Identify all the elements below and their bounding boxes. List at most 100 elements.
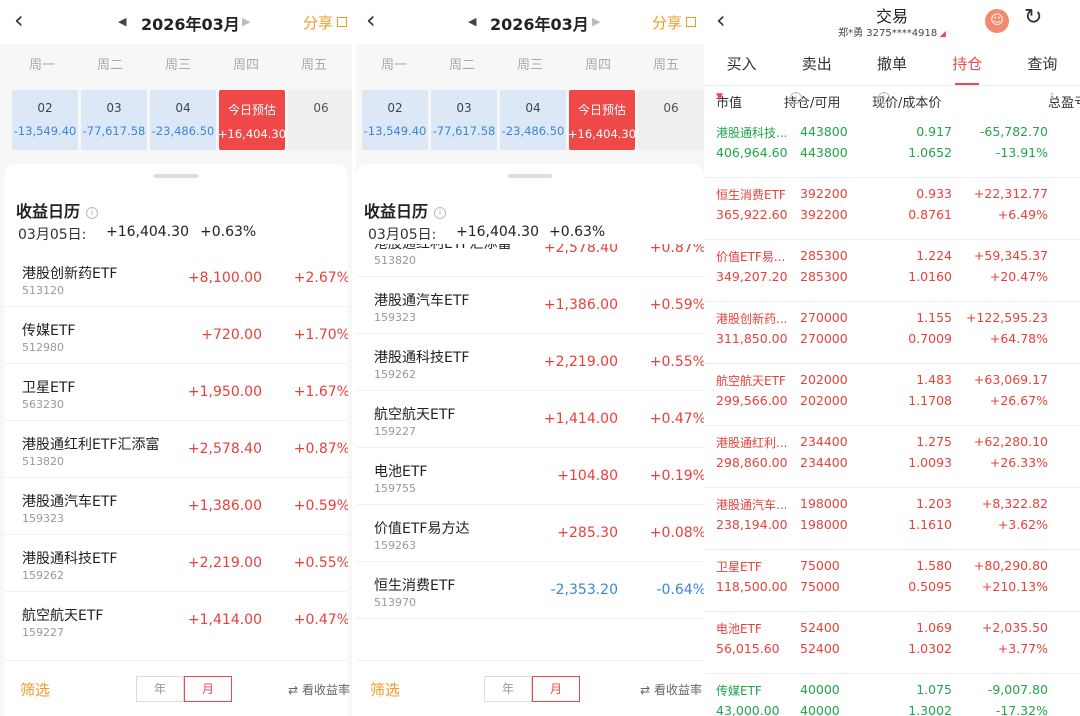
position-cost: 1.0302 bbox=[908, 641, 952, 656]
position-value: 238,194.00 bbox=[716, 517, 788, 532]
list-item[interactable]: 港股通红利ETF汇添富 513820 +2,578.40 +0.87% bbox=[356, 244, 704, 277]
calendar-day[interactable]: 02 -13,549.40 bbox=[362, 90, 428, 150]
month-title: 2026年03月 bbox=[141, 15, 240, 34]
etf-code: 513970 bbox=[374, 596, 416, 609]
etf-code: 563230 bbox=[22, 398, 64, 411]
position-available: 392200 bbox=[800, 207, 848, 222]
list-item[interactable]: 恒生消费ETF 513970 -2,353.20 -0.64% bbox=[356, 562, 704, 619]
list-item[interactable]: 港股通红利ETF汇添富 513820 +2,578.40 +0.87% bbox=[4, 421, 348, 478]
share-button[interactable]: 分享 bbox=[303, 12, 348, 33]
swap-icon: ⇄ bbox=[288, 683, 302, 697]
filter-button[interactable]: 筛选 bbox=[370, 679, 400, 700]
share-button[interactable]: 分享 bbox=[652, 12, 697, 33]
prev-month-icon[interactable]: ◀ bbox=[118, 15, 126, 28]
list-item[interactable]: 电池ETF 159755 +104.80 +0.19% bbox=[356, 448, 704, 505]
refresh-icon[interactable]: ↻ bbox=[1024, 5, 1042, 30]
list-item[interactable]: 传媒ETF 512980 +720.00 +1.70% bbox=[4, 307, 348, 364]
position-row[interactable]: 航空航天ETF 299,566.00 202000 202000 1.483 1.1708… bbox=[704, 364, 1080, 426]
list-item[interactable]: 港股通科技ETF 159262 +2,219.00 +0.55% bbox=[356, 334, 704, 391]
calendar-day[interactable]: 03 -77,617.58 bbox=[81, 90, 147, 150]
info-icon[interactable]: i bbox=[878, 92, 890, 104]
position-row[interactable]: 恒生消费ETF 365,922.60 392200 392200 0.933 0.8761… bbox=[704, 178, 1080, 240]
tab-buy[interactable]: 买入 bbox=[704, 44, 779, 85]
info-icon[interactable]: i bbox=[434, 207, 447, 219]
position-available: 270000 bbox=[800, 331, 848, 346]
weekday-label: 周二 bbox=[96, 58, 123, 73]
tab-positions[interactable]: 持仓 bbox=[930, 44, 1005, 85]
section-title: 收益日历 i bbox=[364, 198, 447, 222]
list-item[interactable]: 价值ETF易方达 159263 +285.30 +0.08% bbox=[356, 505, 704, 562]
position-row[interactable]: 港股通科技... 406,964.60 443800 443800 0.917 1.065… bbox=[704, 116, 1080, 178]
position-name: 电池ETF bbox=[716, 622, 762, 636]
prev-month-icon[interactable]: ◀ bbox=[468, 15, 476, 28]
month-tab[interactable]: 月 bbox=[532, 676, 580, 702]
list-item[interactable]: 港股通科技ETF 159262 +2,219.00 +0.55% bbox=[4, 535, 348, 592]
etf-amount: -2,353.20 bbox=[550, 582, 618, 598]
calendar-day-today[interactable]: 今日预估 +16,404.30 bbox=[568, 90, 636, 150]
calendar-day[interactable]: 06 bbox=[638, 90, 704, 150]
calendar-day[interactable]: 04 -23,486.50 bbox=[150, 90, 216, 150]
position-value: 311,850.00 bbox=[716, 331, 788, 346]
position-price: 1.203 bbox=[916, 496, 952, 511]
etf-amount: +720.00 bbox=[201, 327, 262, 343]
etf-code: 159227 bbox=[22, 626, 64, 639]
year-tab[interactable]: 年 bbox=[136, 676, 184, 702]
year-tab[interactable]: 年 bbox=[484, 676, 532, 702]
tab-cancel[interactable]: 撤单 bbox=[854, 44, 929, 85]
position-hold: 392200 bbox=[800, 186, 848, 201]
etf-percent: +0.55% bbox=[293, 555, 348, 571]
calendar-day[interactable]: 04 -23,486.50 bbox=[500, 90, 566, 150]
position-row[interactable]: 港股创新药... 311,850.00 270000 270000 1.155 0.700… bbox=[704, 302, 1080, 364]
position-row[interactable]: 港股通红利... 298,860.00 234400 234400 1.275 1.009… bbox=[704, 426, 1080, 488]
list-item[interactable]: 港股通汽车ETF 159323 +1,386.00 +0.59% bbox=[356, 277, 704, 334]
position-value: 406,964.60 bbox=[716, 145, 788, 160]
view-rate-toggle[interactable]: ⇄ 看收益率 bbox=[640, 681, 702, 698]
drag-handle[interactable] bbox=[508, 174, 552, 178]
position-available: 285300 bbox=[800, 269, 848, 284]
position-row[interactable]: 港股通汽车... 238,194.00 198000 198000 1.203 1.161… bbox=[704, 488, 1080, 550]
info-icon[interactable]: i bbox=[86, 207, 99, 219]
summary-date: 03月05日: bbox=[368, 227, 437, 243]
info-icon[interactable]: i bbox=[790, 92, 802, 104]
position-cost: 1.0652 bbox=[908, 145, 952, 160]
etf-name: 港股通红利ETF汇添富 bbox=[374, 244, 512, 252]
month-tab[interactable]: 月 bbox=[184, 676, 232, 702]
list-item[interactable]: 航空航天ETF 159227 +1,414.00 +0.47% bbox=[4, 592, 348, 642]
list-item[interactable]: 港股通汽车ETF 159323 +1,386.00 +0.59% bbox=[4, 478, 348, 535]
tab-sell[interactable]: 卖出 bbox=[779, 44, 854, 85]
tab-query[interactable]: 查询 bbox=[1005, 44, 1080, 85]
back-icon[interactable]: ‹ bbox=[14, 6, 24, 34]
etf-percent: +0.55% bbox=[649, 354, 704, 370]
position-row[interactable]: 电池ETF 56,015.60 52400 52400 1.069 1.0302 +2,03… bbox=[704, 612, 1080, 674]
list-item[interactable]: 航空航天ETF 159227 +1,414.00 +0.47% bbox=[356, 391, 704, 448]
position-row[interactable]: 卫星ETF 118,500.00 75000 75000 1.580 0.5095 +80,… bbox=[704, 550, 1080, 612]
position-hold: 52400 bbox=[800, 620, 840, 635]
position-hold: 40000 bbox=[800, 682, 840, 697]
etf-name: 价值ETF易方达 bbox=[374, 521, 470, 537]
back-icon[interactable]: ‹ bbox=[366, 6, 376, 34]
etf-amount: +104.80 bbox=[557, 468, 618, 484]
filter-button[interactable]: 筛选 bbox=[20, 679, 50, 700]
position-row[interactable]: 价值ETF易... 349,207.20 285300 285300 1.224 1.01… bbox=[704, 240, 1080, 302]
avatar[interactable]: ☺ bbox=[985, 9, 1009, 33]
position-row[interactable]: 传媒ETF 43,000.00 40000 40000 1.075 1.3002 -9,00… bbox=[704, 674, 1080, 716]
list-item[interactable]: 港股创新药ETF 513120 +8,100.00 +2.67% bbox=[4, 250, 348, 307]
etf-name: 电池ETF bbox=[374, 464, 428, 480]
weekday-label: 周五 bbox=[652, 58, 679, 73]
next-month-icon[interactable]: ▶ bbox=[242, 15, 250, 28]
position-price: 1.580 bbox=[916, 558, 952, 573]
etf-name: 港股通汽车ETF bbox=[22, 494, 118, 510]
calendar-day[interactable]: 03 -77,617.58 bbox=[431, 90, 497, 150]
drag-handle[interactable] bbox=[154, 174, 198, 178]
etf-name: 恒生消费ETF bbox=[374, 578, 456, 594]
calendar-day[interactable]: 02 -13,549.40 bbox=[12, 90, 78, 150]
next-month-icon[interactable]: ▶ bbox=[592, 15, 600, 28]
etf-percent: +0.47% bbox=[649, 411, 704, 427]
view-rate-toggle[interactable]: ⇄ 看收益率 bbox=[288, 681, 350, 698]
calendar-day-today[interactable]: 今日预估 +16,404.30 bbox=[218, 90, 286, 150]
weekday-label: 周二 bbox=[448, 58, 475, 73]
calendar-day[interactable]: 06 bbox=[288, 90, 352, 150]
list-item[interactable]: 卫星ETF 563230 +1,950.00 +1.67% bbox=[4, 364, 348, 421]
position-value: 298,860.00 bbox=[716, 455, 788, 470]
etf-amount: +285.30 bbox=[557, 525, 618, 541]
